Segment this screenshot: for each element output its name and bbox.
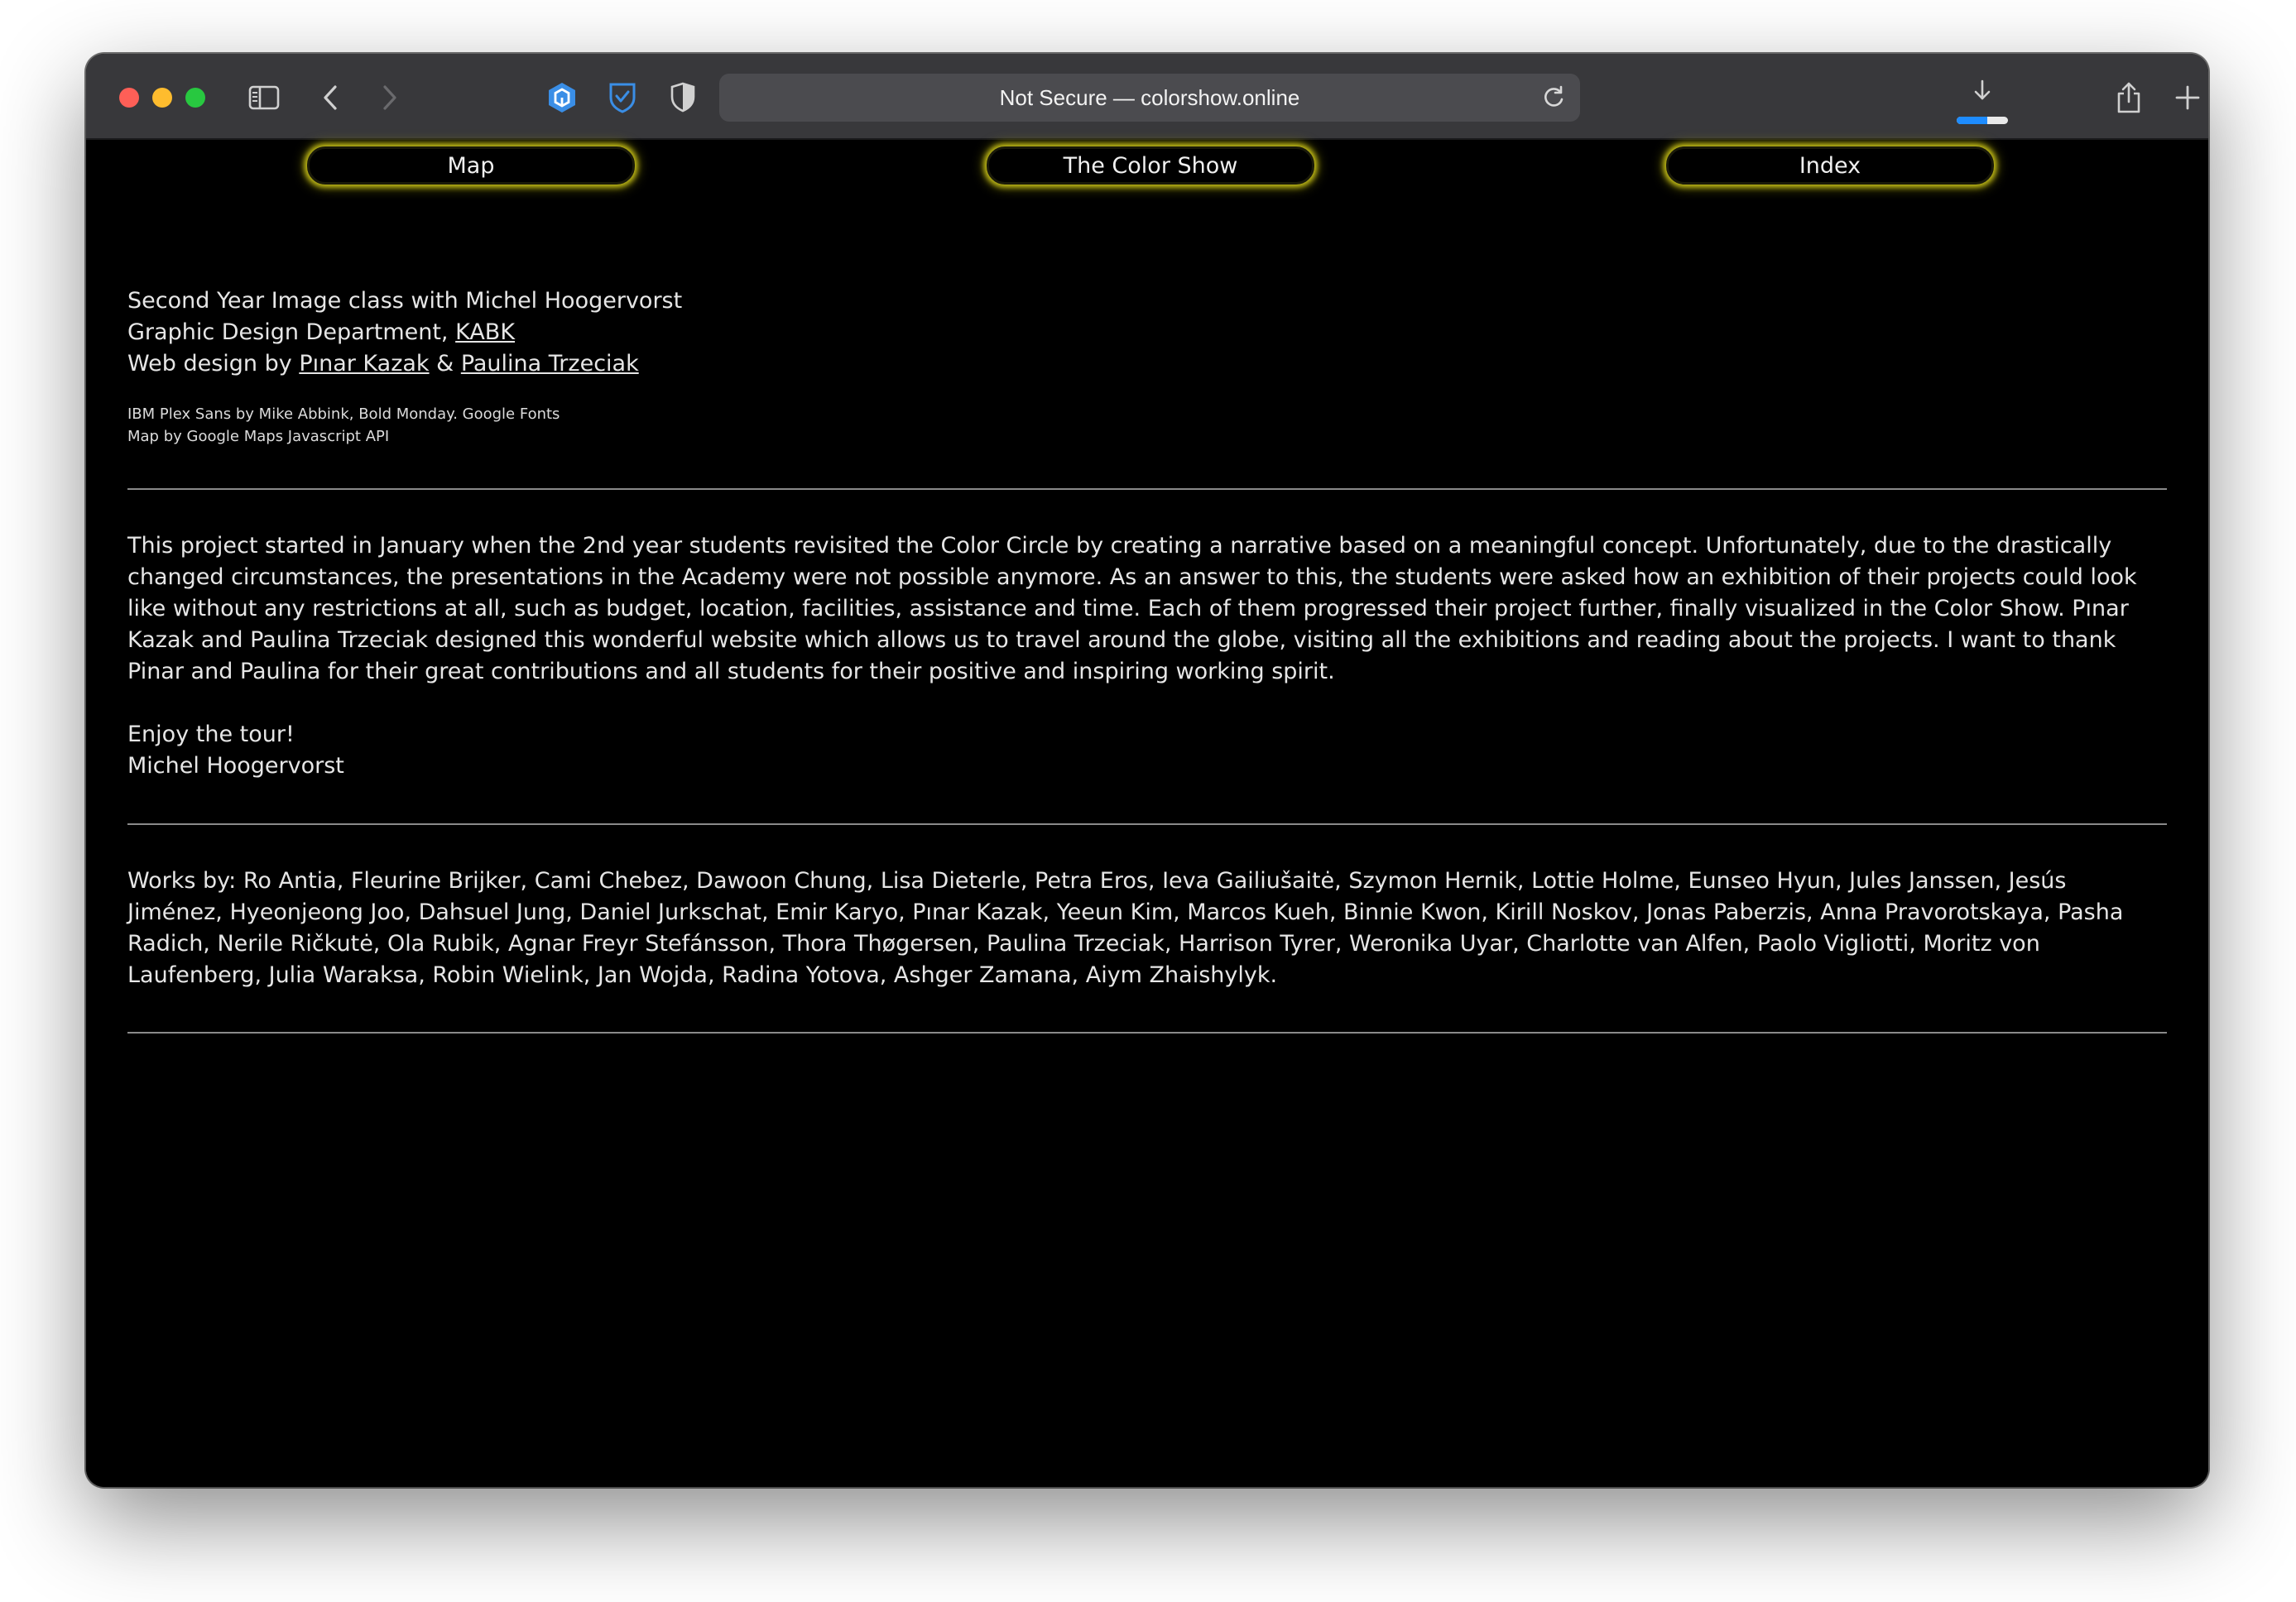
nav-color-show-button[interactable]: The Color Show: [987, 146, 1314, 185]
zoom-window-button[interactable]: [185, 88, 205, 108]
browser-window: Not Secure — colorshow.online Map The Co…: [86, 54, 2208, 1487]
sidebar-icon[interactable]: [245, 79, 283, 117]
minimize-window-button[interactable]: [152, 88, 172, 108]
nav-index-button[interactable]: Index: [1666, 146, 1994, 185]
map-credit: Map by Google Maps Javascript API: [127, 428, 390, 445]
divider: [127, 488, 2167, 490]
back-icon[interactable]: [312, 79, 350, 117]
credits-block: Second Year Image class with Michel Hoog…: [127, 285, 682, 380]
works-by-list: Works by: Ro Antia, Fleurine Brijker, Ca…: [127, 868, 2124, 988]
intro-paragraph: This project started in January when the…: [127, 533, 2137, 684]
signature: Michel Hoogervorst: [127, 753, 344, 779]
designer-link-trzeciak[interactable]: Paulina Trzeciak: [461, 351, 639, 377]
nav-map-button[interactable]: Map: [307, 146, 635, 185]
address-bar[interactable]: Not Secure — colorshow.online: [719, 74, 1580, 122]
web-design-label: Web design by: [127, 351, 300, 377]
privacy-shield-icon[interactable]: [664, 79, 702, 117]
signoff: Enjoy the tour! Michel Hoogervorst: [127, 719, 344, 782]
share-icon[interactable]: [2110, 79, 2148, 117]
designer-link-kazak[interactable]: Pınar Kazak: [299, 351, 429, 377]
download-progress-bar: [1957, 117, 2008, 124]
download-progress-fill: [1957, 117, 1988, 124]
small-credits: IBM Plex Sans by Mike Abbink, Bold Monda…: [127, 403, 560, 448]
close-window-button[interactable]: [119, 88, 139, 108]
web-design-credit: Web design by Pınar Kazak & Paulina Trze…: [127, 348, 682, 380]
department-credit: Graphic Design Department, KABK: [127, 317, 682, 348]
web-page-content: Map The Color Show Index Second Year Ima…: [86, 140, 2208, 1487]
ampersand: &: [429, 351, 461, 377]
bitwarden-shield-icon[interactable]: [603, 79, 641, 117]
forward-icon[interactable]: [370, 79, 408, 117]
url-text: Not Secure — colorshow.online: [999, 84, 1300, 110]
download-icon[interactable]: [1963, 74, 2001, 112]
extension-hexagon-icon[interactable]: [543, 79, 581, 117]
enjoy-text: Enjoy the tour!: [127, 722, 295, 747]
browser-toolbar: Not Secure — colorshow.online: [86, 54, 2208, 140]
reload-icon[interactable]: [1540, 84, 1567, 111]
kabk-link[interactable]: KABK: [455, 319, 515, 345]
font-credit: IBM Plex Sans by Mike Abbink, Bold Monda…: [127, 405, 560, 423]
class-credit: Second Year Image class with Michel Hoog…: [127, 288, 683, 314]
divider: [127, 823, 2167, 825]
new-tab-icon[interactable]: [2169, 79, 2207, 117]
divider: [127, 1032, 2167, 1034]
department-label: Graphic Design Department,: [127, 319, 456, 345]
